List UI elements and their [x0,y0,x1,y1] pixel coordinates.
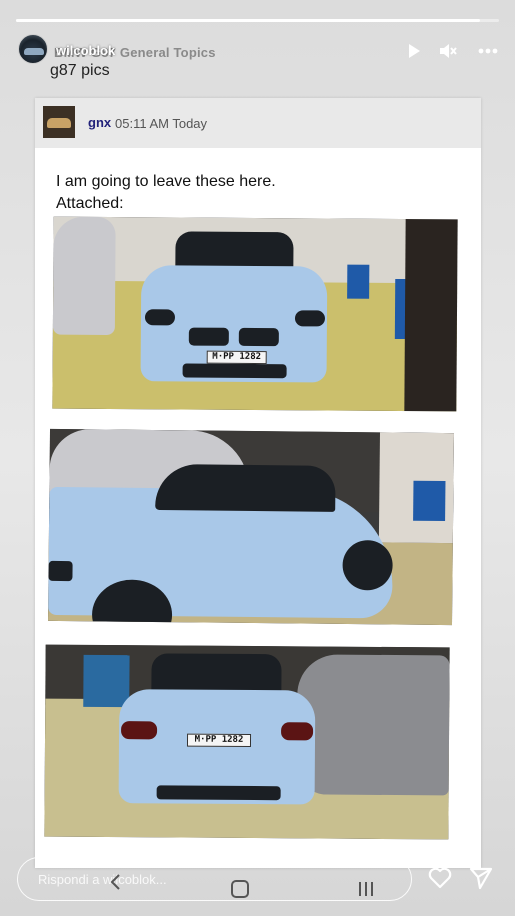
attached-photo-rear[interactable]: M·PP 1282 [44,644,450,840]
workshop-cabinet [413,480,446,522]
story-progress-fill [16,19,480,22]
mute-icon[interactable] [437,40,459,62]
attached-photo-front[interactable]: M·PP 1282 [52,216,458,412]
car-window [155,463,336,512]
play-icon[interactable] [403,40,425,62]
story-progress-bar [16,19,499,22]
post-author-avatar[interactable] [43,106,75,138]
home-icon[interactable] [231,880,249,898]
more-icon[interactable] [477,40,499,62]
avatar[interactable] [18,34,48,64]
car-headlight [144,309,176,326]
car-grille [238,327,279,347]
license-plate: M·PP 1282 [186,733,252,748]
post-line: Attached: [56,195,124,212]
heart-icon[interactable] [427,865,453,891]
thread-title: g87 pics [50,62,110,79]
story-viewer: BMW G87 General Topics wilcoblok g87 pic… [0,0,515,916]
car-bumper-intake [182,363,287,379]
reply-placeholder: Rispondi a wilcoblok... [38,872,167,887]
workshop-cabinet [347,264,370,299]
reply-input[interactable]: Rispondi a wilcoblok... [17,857,412,901]
car-taillight [281,722,314,741]
covered-car [296,654,450,796]
avatar-car-image [24,48,44,55]
post-body: I am going to leave these here. Attached… [56,171,276,215]
forum-post-card: gnx 05:11 AM Today I am going to leave t… [35,98,481,868]
post-line: I am going to leave these here. [56,173,276,190]
attached-photo-side[interactable] [48,428,454,626]
send-icon[interactable] [468,865,494,891]
car-headlight [48,560,73,582]
workshop-cabinet [83,654,130,708]
car-wheel-rear [342,539,393,591]
story-username[interactable]: wilcoblok [56,43,115,58]
avatar-car-image [47,118,71,128]
photo-pillar [404,219,458,412]
post-header: gnx 05:11 AM Today [35,98,481,148]
back-icon[interactable] [108,874,124,890]
car-headlight [294,310,326,327]
car-diffuser [156,785,281,801]
car-grille [188,327,229,346]
post-timestamp: 05:11 AM Today [115,116,208,131]
post-author-link[interactable]: gnx [88,115,111,130]
recent-apps-icon[interactable] [357,882,375,896]
covered-car [52,216,116,336]
license-plate: M·PP 1282 [206,350,267,365]
car-taillight [121,721,158,740]
